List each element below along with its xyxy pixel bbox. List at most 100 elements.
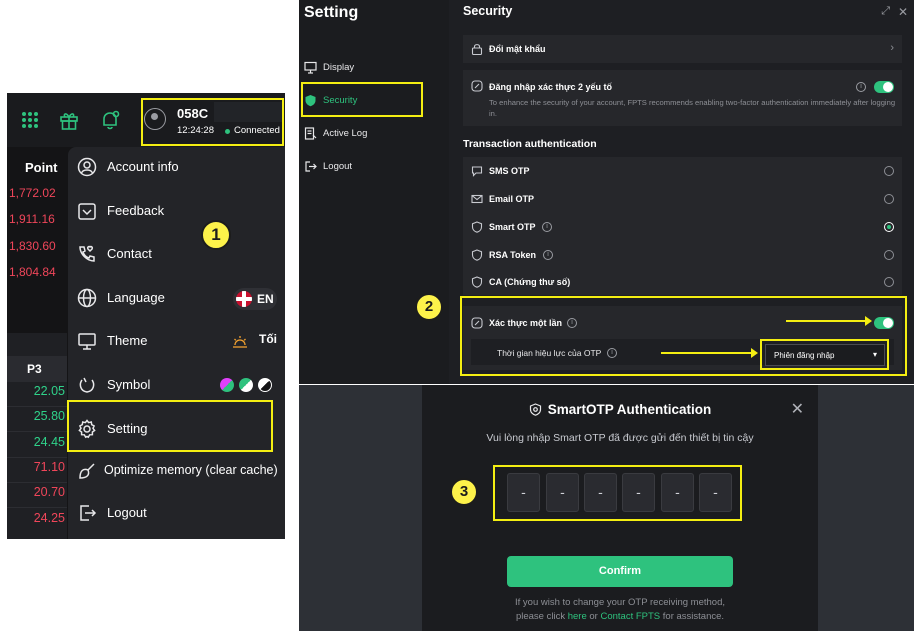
- trading-app-panel: 058C 12:24:28 Connected Point 1,772.02 1…: [7, 93, 285, 539]
- here-link[interactable]: here: [568, 611, 587, 622]
- shield-icon: [471, 221, 483, 233]
- sidebar-item-active-log[interactable]: Active Log: [304, 122, 434, 146]
- two-factor-row: Đăng nhập xác thực 2 yếu tố i To enhance…: [463, 70, 902, 126]
- account-menu: Account info Feedback Contact Language E…: [68, 147, 285, 539]
- menu-label: Logout: [107, 505, 147, 520]
- radio-email[interactable]: [884, 194, 894, 204]
- radio-rsa[interactable]: [884, 250, 894, 260]
- highlight-setting: [67, 400, 273, 452]
- row-divider: [7, 406, 67, 407]
- close-icon[interactable]: ✕: [898, 5, 908, 19]
- p3-value: 24.25: [33, 511, 65, 525]
- row-label: CA (Chứng thư số): [489, 277, 571, 287]
- top-bar: 058C 12:24:28 Connected: [7, 93, 285, 147]
- lock-icon: [471, 44, 483, 55]
- point-value: 1,911.16: [9, 212, 55, 226]
- shield-icon: [471, 249, 483, 261]
- monitor-icon: [78, 333, 96, 350]
- menu-item-account-info[interactable]: Account info: [68, 148, 285, 188]
- symbol-color-option[interactable]: [239, 378, 253, 392]
- highlight-security: [301, 82, 423, 117]
- phone-heart-icon: [79, 245, 95, 262]
- menu-item-optimize-memory[interactable]: Optimize memory (clear cache): [68, 452, 285, 492]
- modal-subtitle: Vui lòng nhập Smart OTP đã được gửi đến …: [486, 432, 754, 444]
- two-factor-toggle[interactable]: [874, 81, 894, 93]
- transaction-heading: Transaction authentication: [463, 138, 597, 150]
- method-smart-otp[interactable]: Smart OTP i: [463, 213, 902, 241]
- row-label: Đăng nhập xác thực 2 yếu tố: [489, 82, 613, 92]
- auth-methods-list: SMS OTP Email OTP Smart OTP i RSA Token: [463, 157, 902, 295]
- highlight-otp-inputs: [493, 465, 742, 521]
- method-sms-otp[interactable]: SMS OTP: [463, 157, 902, 185]
- point-value: 1,830.60: [9, 239, 56, 253]
- method-ca[interactable]: CA (Chứng thư số): [463, 269, 902, 295]
- change-password-row[interactable]: Đổi mật khẩu ›: [463, 35, 902, 63]
- menu-item-theme[interactable]: Theme Tối: [68, 322, 285, 362]
- section-title: Security: [463, 4, 513, 18]
- bell-icon[interactable]: [99, 109, 121, 131]
- menu-label: Symbol: [107, 377, 151, 392]
- language-selector[interactable]: EN: [233, 288, 277, 310]
- menu-label: Contact: [107, 246, 152, 261]
- step-badge: 1: [201, 220, 231, 250]
- tutorial-composite: 058C 12:24:28 Connected Point 1,772.02 1…: [0, 0, 914, 631]
- step-badge: 3: [450, 478, 478, 506]
- highlight-otp-select: [760, 339, 889, 370]
- broom-icon: [79, 463, 95, 479]
- globe-icon: [77, 288, 97, 308]
- row-divider: [7, 431, 67, 432]
- menu-item-logout[interactable]: Logout: [68, 494, 285, 534]
- expand-icon[interactable]: ⤢: [881, 5, 890, 18]
- menu-label: Account info: [107, 159, 179, 174]
- row-label: Đổi mật khẩu: [489, 44, 546, 54]
- radio-smart-selected[interactable]: [884, 222, 894, 232]
- method-email-otp[interactable]: Email OTP: [463, 185, 902, 213]
- info-icon[interactable]: i: [543, 250, 553, 260]
- symbol-color-option[interactable]: [258, 378, 272, 392]
- settings-sidebar: Setting Display Security Active Log Logo…: [299, 0, 449, 384]
- p3-value: 22.05: [33, 384, 65, 398]
- row-label: Smart OTP: [489, 222, 536, 232]
- sidebar-item-logout[interactable]: Logout: [304, 155, 434, 179]
- log-icon: [304, 127, 317, 140]
- arrow-pointer: [661, 348, 758, 358]
- sidebar-label: Display: [323, 62, 355, 73]
- info-icon[interactable]: i: [542, 222, 552, 232]
- menu-item-feedback[interactable]: Feedback: [68, 192, 285, 232]
- menu-item-contact[interactable]: Contact: [68, 235, 285, 275]
- symbol-color-option[interactable]: [220, 378, 234, 392]
- menu-item-language[interactable]: Language EN: [68, 279, 285, 319]
- row-description: To enhance the security of your account,…: [489, 98, 896, 118]
- chevron-right-icon: ›: [890, 42, 894, 54]
- method-rsa-token[interactable]: RSA Token i: [463, 241, 902, 269]
- sidebar-item-display[interactable]: Display: [304, 56, 434, 80]
- footer-line-1: If you wish to change your OTP receiving…: [515, 597, 725, 608]
- column-header-point: Point: [25, 160, 58, 175]
- gift-icon[interactable]: [58, 109, 80, 131]
- sidebar-label: Active Log: [323, 128, 368, 139]
- sidebar-label: Logout: [323, 161, 353, 172]
- row-label: RSA Token: [489, 250, 537, 260]
- radio-sms[interactable]: [884, 166, 894, 176]
- close-icon[interactable]: ✕: [791, 399, 804, 419]
- row-divider: [7, 507, 67, 508]
- logout-icon: [305, 161, 317, 172]
- settings-title: Setting: [304, 4, 359, 21]
- apps-grid-icon[interactable]: [19, 109, 41, 131]
- feedback-icon: [78, 203, 96, 220]
- radio-ca[interactable]: [884, 277, 894, 287]
- contact-fpts-link[interactable]: Contact FPTS: [600, 611, 660, 622]
- logout-icon: [80, 505, 97, 521]
- p3-value: 24.45: [33, 435, 65, 449]
- info-icon[interactable]: i: [856, 82, 866, 92]
- menu-label: Optimize memory (clear cache): [104, 463, 278, 477]
- step-badge: 2: [415, 293, 443, 321]
- settings-panel: Setting Display Security Active Log Logo…: [299, 0, 914, 384]
- symbol-icon: [79, 377, 95, 393]
- row-divider: [7, 457, 67, 458]
- confirm-button[interactable]: Confirm: [507, 556, 733, 587]
- menu-label: Language: [107, 290, 165, 305]
- shield-icon: [471, 276, 483, 288]
- row-label: Email OTP: [489, 194, 535, 204]
- row-divider: [7, 482, 67, 483]
